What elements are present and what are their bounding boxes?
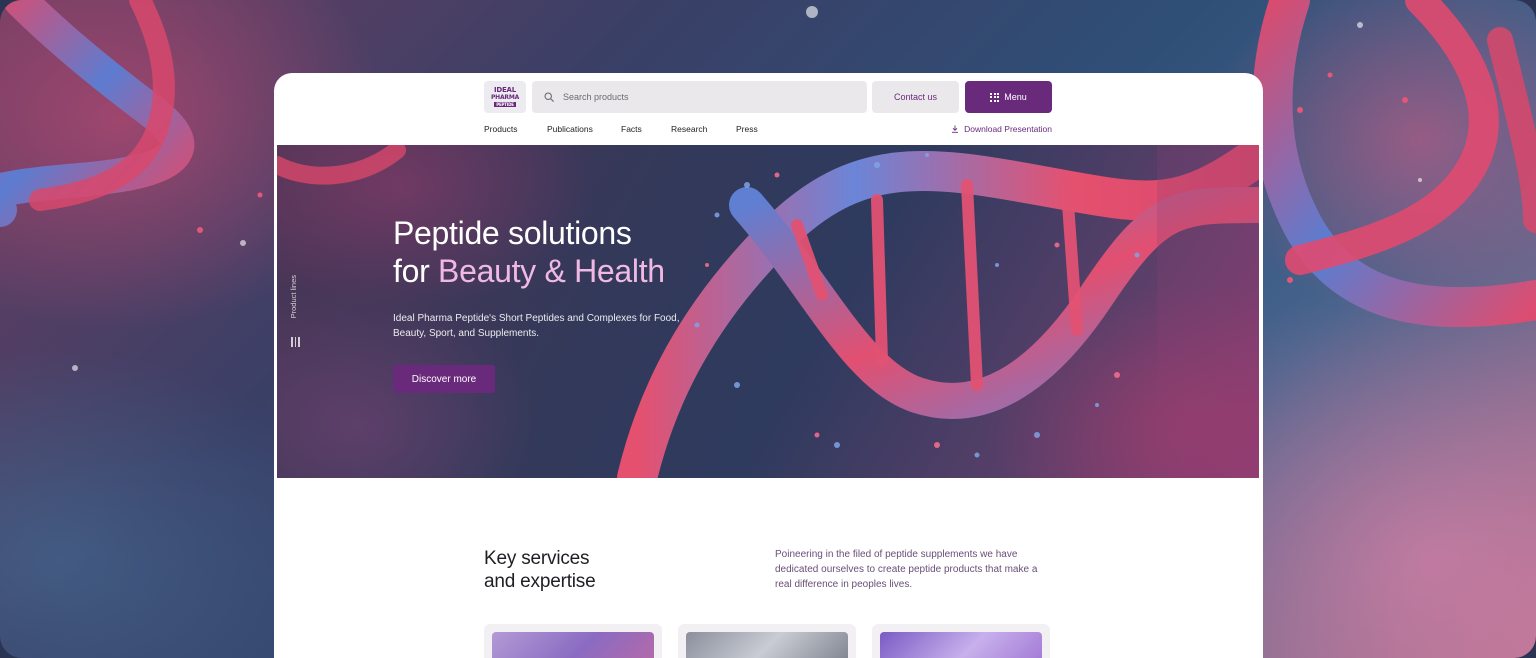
nav-item-press[interactable]: Press [736, 124, 758, 134]
hero-title: Peptide solutions for Beauty & Health [393, 214, 665, 290]
hero-banner: Product lines Peptide solutions for Beau… [277, 145, 1259, 478]
nav-item-publications[interactable]: Publications [547, 124, 593, 134]
main-nav: Products Publications Facts Research Pre… [484, 124, 1052, 138]
hero-title-line2: for Beauty & Health [393, 252, 665, 290]
product-lines-tab[interactable]: Product lines [289, 275, 303, 355]
nav-item-research[interactable]: Research [671, 124, 707, 134]
discover-more-button[interactable]: Discover more [393, 365, 495, 393]
download-icon [952, 125, 959, 133]
hero-title-highlight: Beauty & Health [438, 253, 665, 289]
search-input[interactable] [563, 92, 843, 102]
nav-item-facts[interactable]: Facts [621, 124, 642, 134]
services-title-line2: and expertise [484, 571, 596, 592]
product-lines-label: Product lines [289, 275, 298, 319]
services-title-line1: Key services [484, 548, 590, 569]
site-header: IDEAL PHARMA PEPTIDE Contact us Menu [484, 81, 1052, 113]
logo-line2: PHARMA [490, 94, 520, 101]
grid-menu-icon [990, 92, 1000, 102]
hero-title-prefix: for [393, 253, 439, 289]
hero-subtitle: Ideal Pharma Peptide's Short Peptides an… [393, 313, 680, 339]
contact-us-button[interactable]: Contact us [872, 81, 959, 113]
menu-button[interactable]: Menu [965, 81, 1052, 113]
services-title: Key services and expertise [484, 547, 596, 593]
service-card-image [492, 632, 654, 658]
menu-button-label: Menu [1004, 92, 1027, 102]
nav-item-products[interactable]: Products [484, 124, 518, 134]
website-page: IDEAL PHARMA PEPTIDE Contact us Menu Pro… [274, 73, 1263, 658]
logo-line3: PEPTIDE [494, 102, 516, 107]
service-card[interactable] [872, 624, 1050, 658]
search-icon [544, 92, 554, 102]
download-presentation-link[interactable]: Download Presentation [951, 124, 1052, 134]
services-description: Poineering in the filed of peptide suppl… [775, 549, 1038, 590]
search-bar[interactable] [532, 81, 867, 113]
download-label: Download Presentation [964, 124, 1052, 134]
service-card-image [686, 632, 848, 658]
service-card-image [880, 632, 1042, 658]
logo-line1: IDEAL [493, 86, 517, 94]
hero-title-line1: Peptide solutions [393, 215, 632, 251]
service-card[interactable] [678, 624, 856, 658]
lines-icon [291, 337, 300, 347]
service-card[interactable] [484, 624, 662, 658]
brand-logo[interactable]: IDEAL PHARMA PEPTIDE [484, 81, 526, 113]
